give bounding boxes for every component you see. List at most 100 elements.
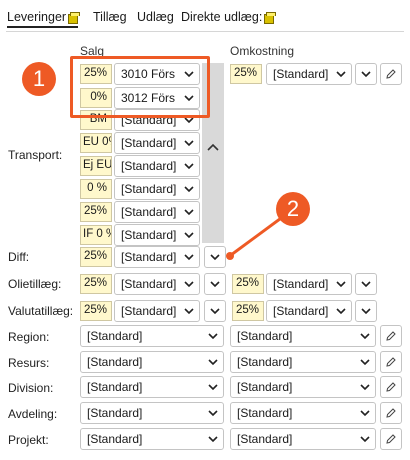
olie-percent-field[interactable]: 25%: [80, 274, 112, 294]
transport-code-field[interactable]: Ej EU: [80, 156, 112, 176]
transport-code-field[interactable]: IF 0 %: [80, 225, 112, 245]
select-value: [Standard]: [87, 380, 143, 394]
select-value: [Standard]: [273, 304, 329, 318]
edit-button[interactable]: [380, 351, 402, 373]
dimension-label: Projekt:: [8, 433, 49, 447]
tab-label: Tillæg: [93, 10, 127, 24]
transport-label: Transport:: [8, 148, 63, 162]
edit-button[interactable]: [380, 428, 402, 450]
cube-icon: [68, 12, 81, 24]
omk-account-select[interactable]: [Standard]: [266, 63, 352, 85]
chevron-down-icon: [208, 410, 218, 417]
select-value: [Standard]: [121, 277, 177, 291]
chevron-down-icon: [210, 281, 220, 288]
transport-code-field[interactable]: EU 0%: [80, 133, 112, 153]
omk-percent-field[interactable]: 25%: [230, 64, 262, 84]
tab-direkte-udlaeg[interactable]: Direkte udlæg:: [181, 10, 277, 24]
pencil-icon: [386, 434, 396, 444]
select-value: [Standard]: [121, 228, 177, 242]
select-value: [Standard]: [273, 277, 329, 291]
olie-omk-expand-button[interactable]: [355, 273, 377, 295]
transport-account-select[interactable]: [Standard]: [114, 201, 200, 223]
tab-label: Direkte udlæg:: [181, 10, 263, 24]
dimension-salg-select[interactable]: [Standard]: [80, 351, 224, 373]
olie-account-select[interactable]: [Standard]: [114, 273, 200, 295]
valuta-account-select[interactable]: [Standard]: [114, 300, 200, 322]
edit-button[interactable]: [380, 376, 402, 398]
chevron-down-icon: [184, 232, 194, 239]
tab-udlaeg[interactable]: Udlæg: [137, 10, 174, 24]
pencil-icon: [386, 69, 396, 79]
chevron-down-icon: [360, 410, 370, 417]
chevron-down-icon: [208, 384, 218, 391]
dimension-omk-select[interactable]: [Standard]: [230, 325, 376, 347]
dimension-salg-select[interactable]: [Standard]: [80, 402, 224, 424]
olie-omk-account-select[interactable]: [Standard]: [266, 273, 352, 295]
transport-account-select[interactable]: [Standard]: [114, 155, 200, 177]
dimension-salg-select[interactable]: [Standard]: [80, 376, 224, 398]
valuta-omk-percent-field[interactable]: 25%: [232, 301, 264, 321]
edit-button[interactable]: [380, 63, 402, 85]
select-value: [Standard]: [237, 380, 293, 394]
select-value: [Standard]: [87, 329, 143, 343]
chevron-down-icon: [360, 436, 370, 443]
dimension-label: Region:: [8, 330, 50, 344]
transport-account-select[interactable]: [Standard]: [114, 224, 200, 246]
dimension-omk-select[interactable]: [Standard]: [230, 351, 376, 373]
tab-bar: Leveringer Tillæg Udlæg Direkte udlæg:: [0, 0, 410, 34]
select-value: [Standard]: [121, 159, 177, 173]
chevron-down-icon: [336, 308, 346, 315]
select-value: [Standard]: [121, 182, 177, 196]
select-value: [Standard]: [237, 355, 293, 369]
dimension-omk-select[interactable]: [Standard]: [230, 376, 376, 398]
edit-button[interactable]: [380, 325, 402, 347]
chevron-down-icon: [360, 359, 370, 366]
tab-divider: [6, 31, 404, 32]
chevron-down-icon: [184, 140, 194, 147]
select-value: [Standard]: [273, 67, 329, 81]
valuta-omk-expand-button[interactable]: [355, 300, 377, 322]
diff-account-select[interactable]: [Standard]: [114, 246, 200, 268]
chevron-down-icon: [184, 308, 194, 315]
valuta-label: Valutatillæg:: [8, 304, 74, 318]
transport-account-select[interactable]: [Standard]: [114, 132, 200, 154]
tab-label: Leveringer: [7, 10, 67, 24]
chevron-down-icon: [360, 384, 370, 391]
transport-account-select[interactable]: [Standard]: [114, 178, 200, 200]
chevron-down-icon: [184, 186, 194, 193]
chevron-down-icon: [184, 209, 194, 216]
annotation-badge-1: 1: [22, 62, 56, 96]
diff-percent-field[interactable]: 25%: [80, 247, 112, 267]
olie-label: Olietillæg:: [8, 277, 62, 291]
valuta-percent-field[interactable]: 25%: [80, 301, 112, 321]
column-header-omkostning: Omkostning: [230, 44, 295, 58]
scroll-up-button[interactable]: [205, 140, 221, 156]
select-value: [Standard]: [121, 136, 177, 150]
valuta-expand-button[interactable]: [204, 300, 226, 322]
dimension-salg-select[interactable]: [Standard]: [80, 325, 224, 347]
valuta-omk-account-select[interactable]: [Standard]: [266, 300, 352, 322]
chevron-down-icon: [208, 333, 218, 340]
select-value: [Standard]: [121, 250, 177, 264]
transport-code-field[interactable]: 25%: [80, 202, 112, 222]
expand-button[interactable]: [355, 63, 377, 85]
tab-leveringer[interactable]: Leveringer: [7, 10, 81, 28]
chevron-down-icon: [210, 308, 220, 315]
transport-code-field[interactable]: 0 %: [80, 179, 112, 199]
olie-omk-percent-field[interactable]: 25%: [232, 274, 264, 294]
pencil-icon: [386, 357, 396, 367]
select-value: [Standard]: [87, 355, 143, 369]
chevron-down-icon: [336, 71, 346, 78]
select-value: [Standard]: [237, 432, 293, 446]
dimension-omk-select[interactable]: [Standard]: [230, 402, 376, 424]
chevron-down-icon: [184, 163, 194, 170]
dimension-salg-select[interactable]: [Standard]: [80, 428, 224, 450]
pencil-icon: [386, 331, 396, 341]
tab-tillaeg[interactable]: Tillæg: [93, 10, 127, 24]
edit-button[interactable]: [380, 402, 402, 424]
tab-label: Udlæg: [137, 10, 174, 24]
chevron-down-icon: [336, 281, 346, 288]
dimension-omk-select[interactable]: [Standard]: [230, 428, 376, 450]
olie-expand-button[interactable]: [204, 273, 226, 295]
dimension-label: Resurs:: [8, 356, 50, 370]
